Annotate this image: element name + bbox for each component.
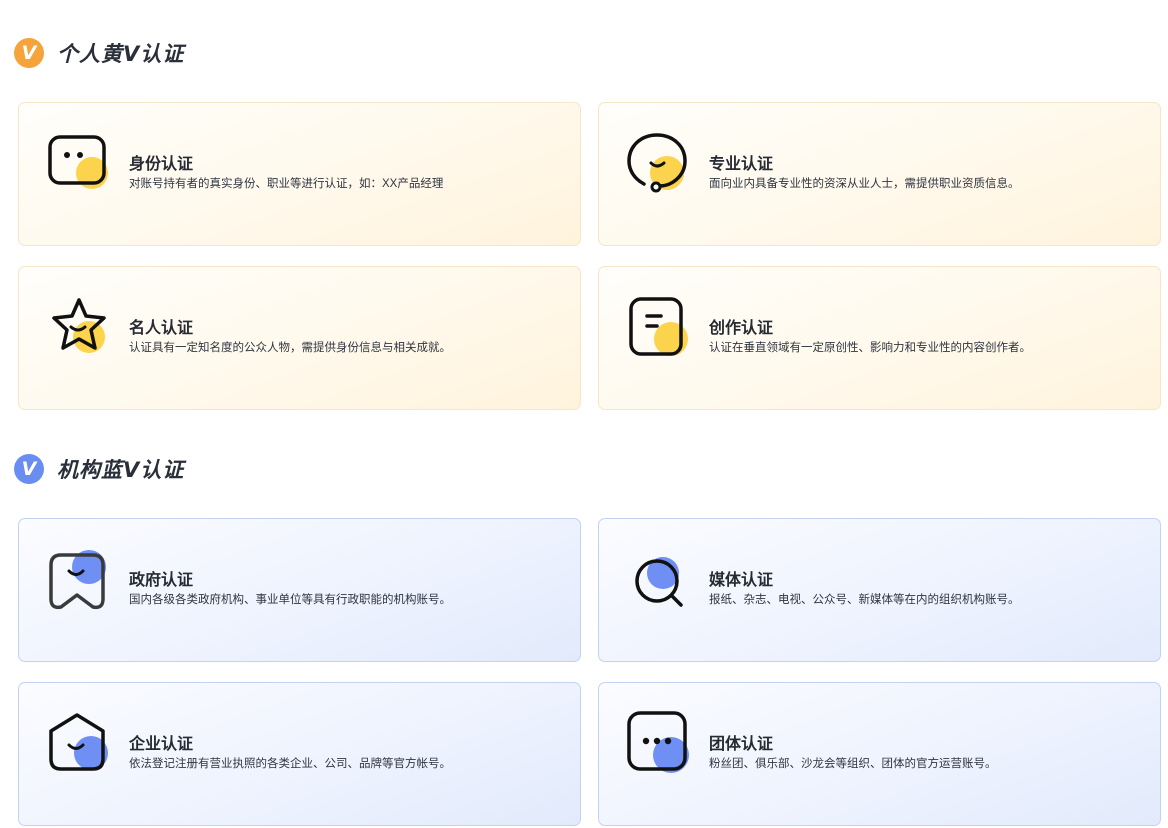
- card-description: 认证具有一定知名度的公众人物，需提供身份信息与相关成就。: [129, 342, 451, 354]
- card-description: 依法登记注册有营业执照的各类企业、公司、品牌等官方帐号。: [129, 758, 451, 770]
- card-description: 国内各级各类政府机构、事业单位等具有行政职能的机构账号。: [129, 594, 451, 606]
- card-title: 媒体认证: [709, 572, 774, 589]
- v-badge-icon: V: [14, 454, 44, 484]
- professional-verification-card[interactable]: 专业认证 面向业内具备专业性的资深从业人士，需提供职业资质信息。: [598, 102, 1161, 246]
- house-smile-icon: [47, 711, 111, 775]
- personal-section-header: V 个人黄V认证: [14, 36, 184, 70]
- magnifier-icon: [627, 547, 691, 611]
- card-description: 粉丝团、俱乐部、沙龙会等组织、团体的官方运营账号。: [709, 758, 997, 770]
- card-title: 创作认证: [709, 320, 774, 337]
- card-title: 专业认证: [709, 156, 774, 173]
- document-note-icon: [627, 295, 691, 359]
- card-title: 政府认证: [129, 572, 194, 589]
- card-description: 认证在垂直领域有一定原创性、影响力和专业性的内容创作者。: [709, 342, 1031, 354]
- government-flag-icon: [47, 547, 111, 611]
- organization-section-title: 机构蓝V认证: [57, 458, 185, 482]
- creator-verification-card[interactable]: 创作认证 认证在垂直领域有一定原创性、影响力和专业性的内容创作者。: [598, 266, 1161, 410]
- chat-dots-icon: [627, 711, 691, 775]
- headset-chat-icon: [627, 131, 691, 195]
- group-verification-card[interactable]: 团体认证 粉丝团、俱乐部、沙龙会等组织、团体的官方运营账号。: [598, 682, 1161, 826]
- enterprise-verification-card[interactable]: 企业认证 依法登记注册有营业执照的各类企业、公司、品牌等官方帐号。: [18, 682, 581, 826]
- card-title: 身份认证: [129, 156, 194, 173]
- card-description: 报纸、杂志、电视、公众号、新媒体等在内的组织机构账号。: [709, 594, 1020, 606]
- card-description: 对账号持有者的真实身份、职业等进行认证，如：XX产品经理: [129, 178, 444, 190]
- card-title: 企业认证: [129, 736, 194, 753]
- card-title: 名人认证: [129, 320, 194, 337]
- government-verification-card[interactable]: 政府认证 国内各级各类政府机构、事业单位等具有行政职能的机构账号。: [18, 518, 581, 662]
- identity-verification-card[interactable]: 身份认证 对账号持有者的真实身份、职业等进行认证，如：XX产品经理: [18, 102, 581, 246]
- card-description: 面向业内具备专业性的资深从业人士，需提供职业资质信息。: [709, 178, 1020, 190]
- face-square-icon: [47, 131, 111, 195]
- v-badge-icon: V: [14, 38, 44, 68]
- star-smile-icon: [47, 295, 111, 359]
- card-title: 团体认证: [709, 736, 774, 753]
- organization-section-header: V 机构蓝V认证: [14, 452, 184, 486]
- personal-section-title: 个人黄V认证: [57, 42, 185, 66]
- celebrity-verification-card[interactable]: 名人认证 认证具有一定知名度的公众人物，需提供身份信息与相关成就。: [18, 266, 581, 410]
- media-verification-card[interactable]: 媒体认证 报纸、杂志、电视、公众号、新媒体等在内的组织机构账号。: [598, 518, 1161, 662]
